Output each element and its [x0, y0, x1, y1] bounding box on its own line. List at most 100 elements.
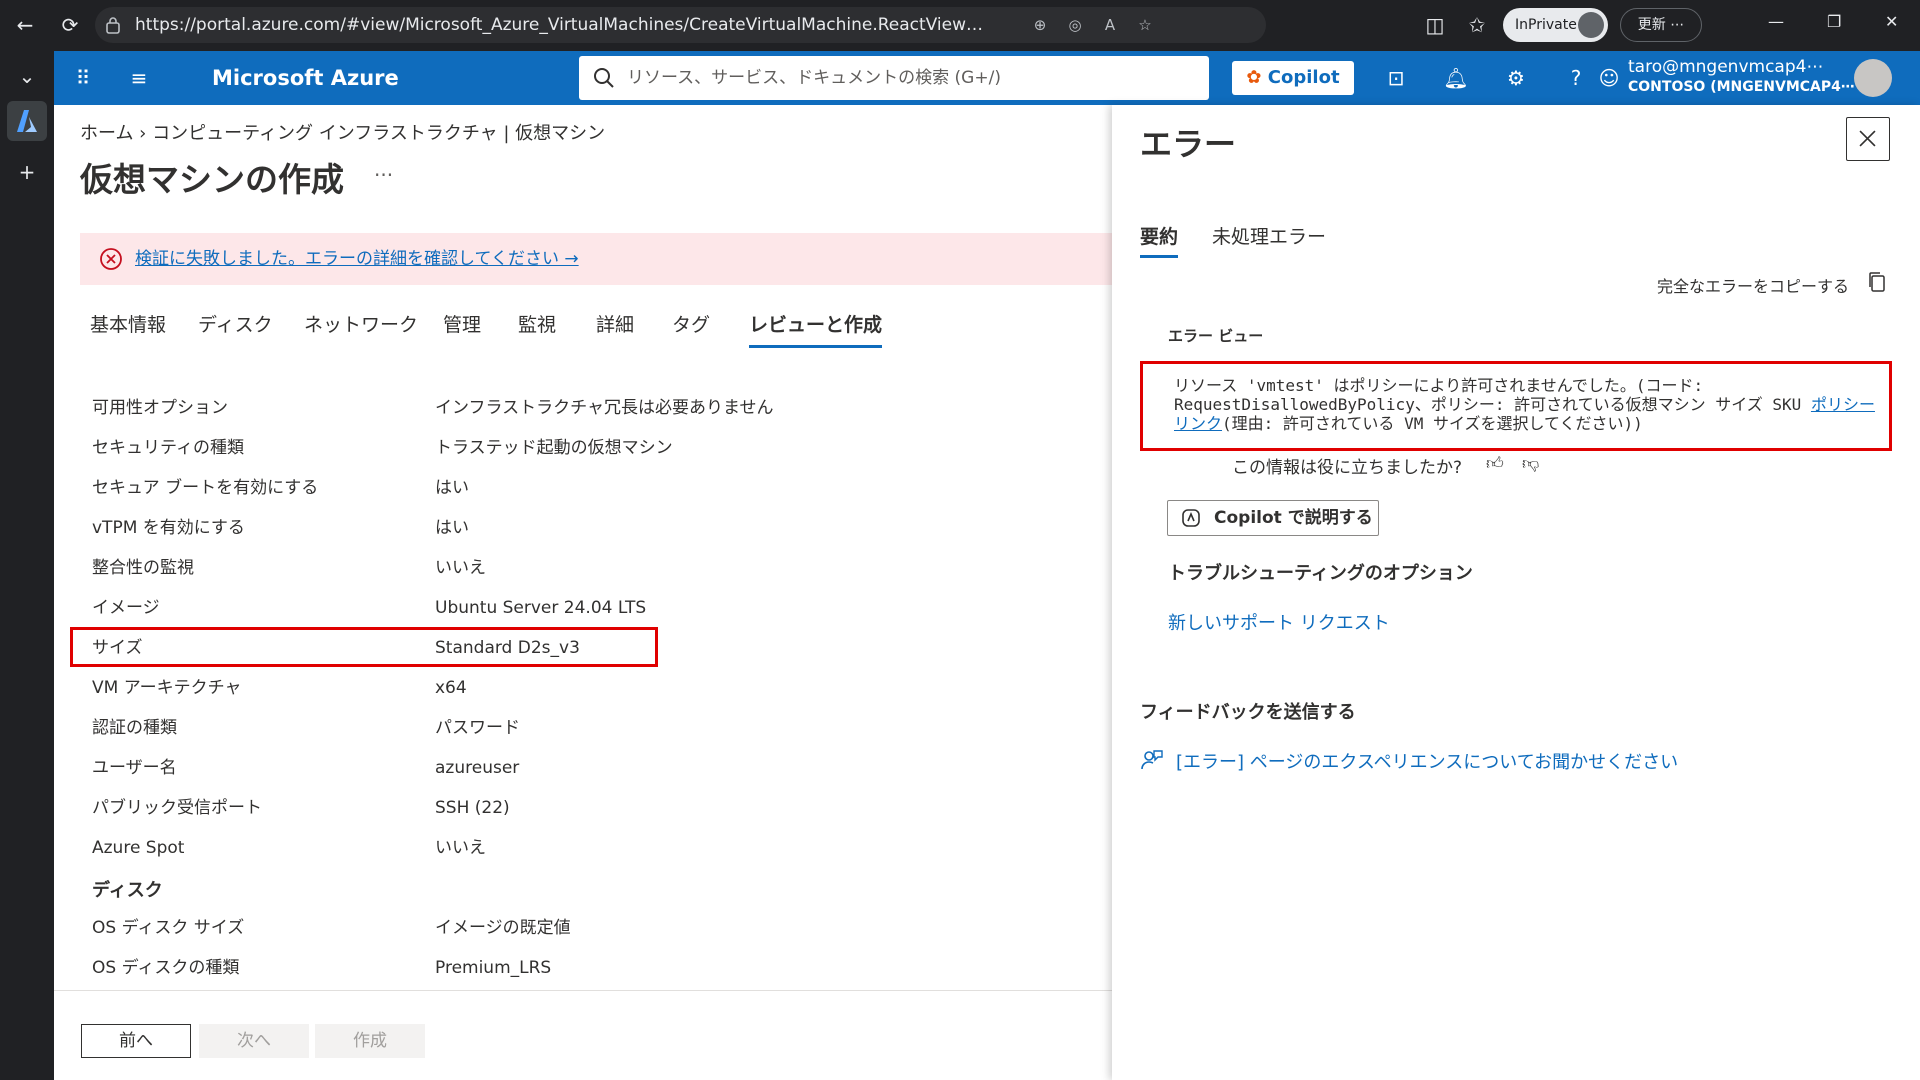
copilot-button[interactable]: ✿ Copilot: [1232, 61, 1354, 95]
thumbs-up-icon[interactable]: 👍︎: [1486, 453, 1508, 475]
feedback-heading: フィードバックを送信する: [1140, 702, 1356, 723]
more-options-icon[interactable]: ···: [374, 163, 393, 187]
maximize-icon[interactable]: ❐: [1827, 12, 1841, 31]
feedback-helpful: この情報は役に立ちましたか? 👍︎ 👎︎: [1232, 453, 1539, 478]
copy-full-error-button[interactable]: 完全なエラーをコピーする: [1657, 272, 1885, 297]
feedback-person-icon[interactable]: ☺: [1594, 63, 1624, 93]
table-row: OS ディスクの種類 Premium_LRS: [92, 958, 552, 978]
table-row: セキュア ブートを有効にする はい: [92, 478, 469, 498]
update-button[interactable]: 更新 ⋯: [1620, 8, 1702, 42]
azure-brand[interactable]: Microsoft Azure: [212, 63, 399, 93]
table-row: vTPM を有効にする はい: [92, 518, 469, 538]
tab-management[interactable]: 管理: [443, 305, 481, 345]
next-button[interactable]: 次へ: [199, 1024, 309, 1058]
inprivate-badge[interactable]: InPrivate: [1503, 8, 1608, 42]
copy-icon: [1869, 272, 1885, 292]
account-info[interactable]: taro@mngenvmcap4⋯ CONTOSO (MNGENVMCAP4⋯: [1628, 57, 1855, 97]
azure-header: ⠿ ≡ Microsoft Azure リソース、サービス、ドキュメントの検索 …: [54, 51, 1920, 105]
add-tab-icon[interactable]: +: [12, 157, 42, 187]
table-row: Azure Spot いいえ: [92, 838, 486, 858]
close-button[interactable]: [1846, 117, 1890, 161]
inprivate-label: InPrivate: [1515, 17, 1577, 33]
table-row: イメージ Ubuntu Server 24.04 LTS: [92, 598, 647, 618]
feedback-person-icon: [1141, 750, 1163, 770]
disk-section-heading: ディスク: [92, 880, 163, 901]
close-window-icon[interactable]: ✕: [1885, 12, 1898, 31]
refresh-icon[interactable]: ⟳: [55, 10, 85, 40]
table-row: セキュリティの種類 トラステッド起動の仮想マシン: [92, 438, 673, 458]
back-icon[interactable]: ←: [10, 10, 40, 40]
copilot-explain-label: Copilot で説明する: [1214, 508, 1373, 528]
settings-gear-icon[interactable]: ⚙: [1501, 63, 1531, 93]
search-icon: [594, 68, 614, 88]
zoom-icon[interactable]: ⊕: [1030, 15, 1050, 35]
table-row: VM アーキテクチャ x64: [92, 678, 467, 698]
search-placeholder: リソース、サービス、ドキュメントの検索 (G+/): [627, 68, 1001, 88]
account-email: taro@mngenvmcap4⋯: [1628, 57, 1824, 77]
split-screen-icon[interactable]: ◫: [1420, 10, 1450, 40]
address-bar[interactable]: https://portal.azure.com/#view/Microsoft…: [95, 7, 1266, 43]
thumbs-down-icon[interactable]: 👎︎: [1522, 453, 1544, 475]
validation-error-banner: 検証に失敗しました。エラーの詳細を確認してください →: [80, 233, 1112, 285]
error-panel: エラー 要約 未処理エラー 完全なエラーをコピーする エラー ビュー リソース …: [1112, 105, 1920, 1080]
table-row: ユーザー名 azureuser: [92, 758, 520, 778]
support-request-link[interactable]: 新しいサポート リクエスト: [1168, 609, 1390, 635]
menu-icon[interactable]: ≡: [124, 63, 154, 93]
help-icon[interactable]: ?: [1561, 63, 1591, 93]
table-row: 可用性オプション インフラストラクチャ冗長は必要ありません: [92, 398, 774, 418]
copilot-explain-button[interactable]: Copilot で説明する: [1167, 500, 1379, 536]
feedback-link[interactable]: [エラー] ページのエクスペリエンスについてお聞かせください: [1140, 748, 1678, 774]
error-details-link[interactable]: 検証に失敗しました。エラーの詳細を確認してください →: [135, 233, 579, 285]
table-row: 認証の種類 パスワード: [92, 718, 520, 738]
edge-sidebar: ⌄ +: [0, 51, 54, 1080]
notifications-bell-icon[interactable]: 🔔︎: [1441, 63, 1471, 93]
tab-raw-error[interactable]: 未処理エラー: [1212, 219, 1326, 255]
account-tenant: CONTOSO (MNGENVMCAP4⋯: [1628, 79, 1855, 95]
apps-grid-icon[interactable]: ⠿: [68, 63, 98, 93]
tab-review-create[interactable]: レビューと作成: [749, 305, 883, 348]
copilot-icon: [1182, 509, 1200, 527]
profile-avatar-icon: [1578, 12, 1604, 38]
tab-summary[interactable]: 要約: [1140, 219, 1179, 258]
copilot-label: Copilot: [1267, 67, 1340, 88]
copy-full-error-label: 完全なエラーをコピーする: [1657, 277, 1850, 296]
size-highlight-box: [70, 627, 658, 667]
page-title: 仮想マシンの作成: [80, 160, 344, 199]
copilot-icon: ✿: [1246, 67, 1262, 88]
url-text: https://portal.azure.com/#view/Microsoft…: [135, 15, 986, 35]
tab-disks[interactable]: ディスク: [198, 305, 273, 345]
tab-advanced[interactable]: 詳細: [596, 305, 634, 345]
error-view-label: エラー ビュー: [1168, 327, 1264, 345]
avatar[interactable]: [1854, 59, 1892, 97]
tab-basics[interactable]: 基本情報: [90, 305, 166, 345]
table-row: 整合性の監視 いいえ: [92, 558, 486, 578]
tab-tags[interactable]: タグ: [672, 305, 710, 345]
tab-networking[interactable]: ネットワーク: [304, 305, 418, 345]
troubleshoot-heading: トラブルシューティングのオプション: [1168, 563, 1473, 584]
previous-button[interactable]: 前へ: [81, 1024, 191, 1058]
read-aloud-icon[interactable]: A: [1100, 15, 1120, 35]
favorite-star-icon[interactable]: ☆: [1135, 15, 1155, 35]
create-vm-blade: ホーム › コンピューティング インフラストラクチャ | 仮想マシン 仮想マシン…: [54, 105, 1112, 1080]
close-icon: [1859, 130, 1876, 147]
azure-tab-icon[interactable]: [7, 101, 47, 141]
helpful-question: この情報は役に立ちましたか?: [1232, 458, 1463, 478]
error-message: リソース 'vmtest' はポリシーにより許可されませんでした。(コード: R…: [1174, 376, 1875, 433]
chevron-down-icon[interactable]: ⌄: [12, 61, 42, 91]
favorites-icon[interactable]: ✩: [1462, 10, 1492, 40]
wizard-tabs: 基本情報 ディスク ネットワーク 管理 監視 詳細 タグ レビューと作成: [80, 305, 1112, 357]
table-row: OS ディスク サイズ イメージの既定値: [92, 918, 571, 938]
table-row: パブリック受信ポート SSH (22): [92, 798, 510, 818]
search-input[interactable]: リソース、サービス、ドキュメントの検索 (G+/): [579, 56, 1209, 100]
tracking-icon[interactable]: ◎: [1065, 15, 1085, 35]
browser-toolbar: ← ⟳ https://portal.azure.com/#view/Micro…: [0, 0, 1920, 51]
cloud-shell-icon[interactable]: ⊡: [1381, 63, 1411, 93]
create-button[interactable]: 作成: [315, 1024, 425, 1058]
error-circle-icon: [100, 248, 122, 270]
panel-title: エラー: [1140, 125, 1237, 163]
feedback-link-label: [エラー] ページのエクスペリエンスについてお聞かせください: [1176, 752, 1679, 773]
lock-icon: [106, 17, 120, 34]
tab-monitoring[interactable]: 監視: [518, 305, 556, 345]
minimize-icon[interactable]: —: [1768, 12, 1784, 31]
breadcrumb[interactable]: ホーム › コンピューティング インフラストラクチャ | 仮想マシン: [80, 119, 605, 145]
